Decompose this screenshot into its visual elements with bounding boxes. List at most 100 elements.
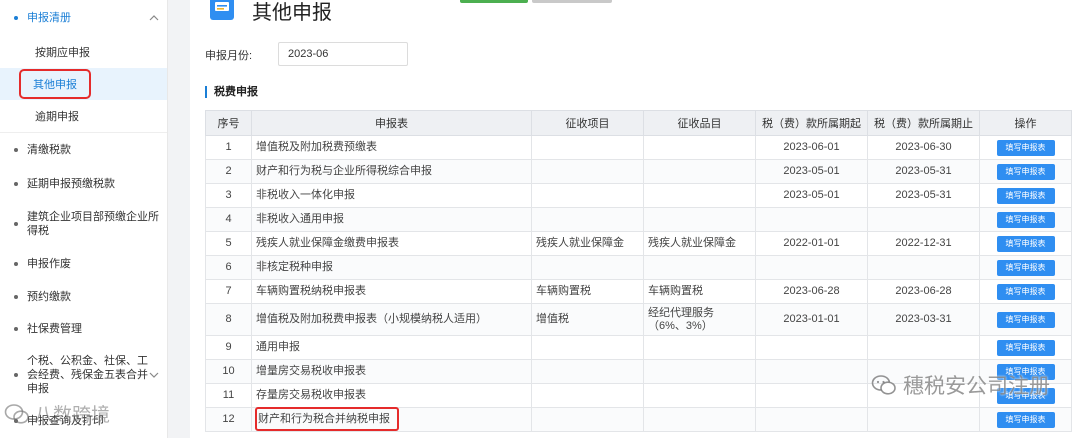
month-label: 申报月份: xyxy=(205,50,253,62)
chevron-up-icon xyxy=(149,15,159,21)
cell-category: 车辆购置税 xyxy=(643,279,756,304)
cell-action: 填写申报表 xyxy=(979,159,1072,184)
cell-no: 2 xyxy=(205,159,252,184)
top-toolbar-edge xyxy=(460,0,612,3)
wechat-icon xyxy=(4,403,29,424)
sidebar-item-overdue-declare[interactable]: 逾期申报 xyxy=(0,100,167,132)
sidebar-item-five-forms[interactable]: 个税、公积金、社保、工会经费、残保金五表合并申报 xyxy=(0,345,167,405)
table-row: 5 残疾人就业保障金缴费申报表 残疾人就业保障金 残疾人就业保障金 2022-0… xyxy=(205,231,1072,256)
sidebar-item-label: 社保费管理 xyxy=(27,323,82,335)
cell-action: 填写申报表 xyxy=(979,335,1072,360)
cell-start: 2023-05-01 xyxy=(755,183,868,208)
fill-form-button[interactable]: 填写申报表 xyxy=(996,311,1055,328)
cell-end: 2023-05-31 xyxy=(867,183,980,208)
sidebar-item-construction-prepay[interactable]: 建筑企业项目部预缴企业所得税 xyxy=(0,201,167,247)
cell-category xyxy=(643,335,756,360)
sidebar: 申报清册 按期应申报 其他申报 逾期申报 清缴税款 延期申报预缴税款 建筑企业项… xyxy=(0,0,168,438)
watermark-text: 八数跨境 xyxy=(34,405,111,426)
column-header-end: 税（费）款所属期止 xyxy=(867,110,980,136)
cell-item xyxy=(531,207,644,232)
bullet-dot xyxy=(14,16,18,20)
table-row: 8 增值税及附加税费申报表（小规模纳税人适用） 增值税 经纪代理服务（6%、3%… xyxy=(205,303,1072,336)
cell-category: 残疾人就业保障金 xyxy=(643,231,756,256)
sidebar-item-deferred-tax[interactable]: 延期申报预缴税款 xyxy=(0,167,167,201)
bullet-dot xyxy=(14,327,18,331)
column-header-category: 征收品目 xyxy=(643,110,756,136)
cell-start: 2023-01-01 xyxy=(755,303,868,336)
table-row: 6 非核定税种申报 填写申报表 xyxy=(205,255,1072,280)
fill-form-button[interactable]: 填写申报表 xyxy=(996,259,1055,276)
fill-form-button[interactable]: 填写申报表 xyxy=(996,283,1055,300)
cell-action: 填写申报表 xyxy=(979,255,1072,280)
toolbar-button-edge[interactable] xyxy=(460,0,528,3)
bullet-dot xyxy=(14,373,18,377)
fill-form-button[interactable]: 填写申报表 xyxy=(996,235,1055,252)
cell-action: 填写申报表 xyxy=(979,231,1072,256)
cell-action: 填写申报表 xyxy=(979,207,1072,232)
sidebar-item-label: 其他申报 xyxy=(19,69,91,99)
cell-category xyxy=(643,359,756,384)
bullet-dot xyxy=(14,182,18,186)
cell-action: 填写申报表 xyxy=(979,303,1072,336)
table-row: 1 增值税及附加税费预缴表 2023-06-01 2023-06-30 填写申报… xyxy=(205,135,1072,160)
cell-end: 2023-06-28 xyxy=(867,279,980,304)
sidebar-item-label: 逾期申报 xyxy=(35,111,79,123)
sidebar-item-social-insurance[interactable]: 社保费管理 xyxy=(0,313,167,345)
sidebar-item-label: 按期应申报 xyxy=(35,47,90,59)
sidebar-item-scheduled-payment[interactable]: 预约缴款 xyxy=(0,281,167,313)
sidebar-item-void-declare[interactable]: 申报作废 xyxy=(0,247,167,281)
table-row: 9 通用申报 填写申报表 xyxy=(205,335,1072,360)
month-field[interactable]: 2023-06 xyxy=(278,42,408,66)
sidebar-group-declare-list[interactable]: 申报清册 xyxy=(0,0,167,36)
cell-no: 5 xyxy=(205,231,252,256)
content-gutter xyxy=(168,0,190,438)
sidebar-item-label: 预约缴款 xyxy=(27,291,71,303)
cell-end xyxy=(867,407,980,432)
cell-category xyxy=(643,135,756,160)
cell-start: 2023-06-28 xyxy=(755,279,868,304)
fill-form-button[interactable]: 填写申报表 xyxy=(996,411,1055,428)
document-icon xyxy=(210,0,234,20)
cell-form: 增值税及附加税费预缴表 xyxy=(251,135,532,160)
cell-start: 2023-06-01 xyxy=(755,135,868,160)
cell-no: 10 xyxy=(205,359,252,384)
cell-no: 6 xyxy=(205,255,252,280)
cell-item: 车辆购置税 xyxy=(531,279,644,304)
column-header-start: 税（费）款所属期起 xyxy=(755,110,868,136)
sidebar-item-other-declare[interactable]: 其他申报 xyxy=(0,68,167,100)
fill-form-button[interactable]: 填写申报表 xyxy=(996,211,1055,228)
cell-form: 车辆购置税纳税申报表 xyxy=(251,279,532,304)
cell-item xyxy=(531,255,644,280)
cell-no: 9 xyxy=(205,335,252,360)
cell-form: 财产和行为税合并纳税申报 xyxy=(251,407,532,432)
cell-item xyxy=(531,335,644,360)
cell-item: 增值税 xyxy=(531,303,644,336)
cell-end: 2022-12-31 xyxy=(867,231,980,256)
cell-item xyxy=(531,183,644,208)
cell-start: 2023-05-01 xyxy=(755,159,868,184)
column-header-item: 征收项目 xyxy=(531,110,644,136)
cell-item xyxy=(531,407,644,432)
column-header-action: 操作 xyxy=(979,110,1072,136)
bullet-dot xyxy=(14,262,18,266)
cell-end xyxy=(867,335,980,360)
sidebar-item-tax-payment[interactable]: 清缴税款 xyxy=(0,133,167,167)
table-row: 7 车辆购置税纳税申报表 车辆购置税 车辆购置税 2023-06-28 2023… xyxy=(205,279,1072,304)
cell-no: 1 xyxy=(205,135,252,160)
sidebar-item-due-declare[interactable]: 按期应申报 xyxy=(0,36,167,68)
fill-form-button[interactable]: 填写申报表 xyxy=(996,163,1055,180)
fill-form-button[interactable]: 填写申报表 xyxy=(996,339,1055,356)
cell-end xyxy=(867,255,980,280)
cell-category xyxy=(643,159,756,184)
fill-form-button[interactable]: 填写申报表 xyxy=(996,139,1055,156)
sidebar-group-label: 申报清册 xyxy=(27,12,71,24)
cell-action: 填写申报表 xyxy=(979,183,1072,208)
cell-start xyxy=(755,255,868,280)
fill-form-button[interactable]: 填写申报表 xyxy=(996,187,1055,204)
cell-category xyxy=(643,183,756,208)
toolbar-button-edge[interactable] xyxy=(532,0,612,3)
bullet-dot xyxy=(14,148,18,152)
chevron-down-icon xyxy=(149,372,159,378)
column-header-no: 序号 xyxy=(205,110,252,136)
cell-start xyxy=(755,359,868,384)
